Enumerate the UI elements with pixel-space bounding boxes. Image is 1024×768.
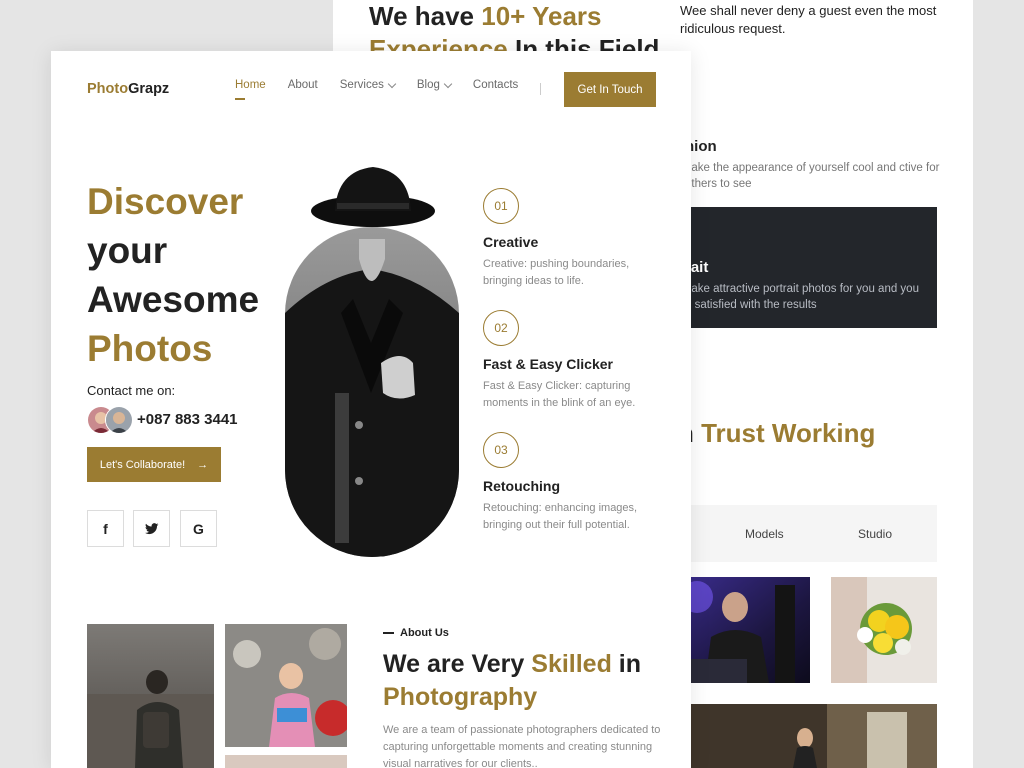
- feature-title: Fast & Easy Clicker: [483, 356, 613, 372]
- lets-collaborate-button[interactable]: Let's Collaborate! →: [87, 447, 221, 482]
- feature-title: Retouching: [483, 478, 560, 494]
- about-title-accent: Skilled: [531, 650, 612, 678]
- experience-pre: We have: [369, 1, 482, 31]
- feature-creative: 01 Creative Creative: pushing boundaries…: [483, 188, 663, 290]
- logo-part1: Photo: [87, 81, 129, 97]
- nav-services[interactable]: Services: [339, 79, 397, 91]
- about-photo-traveler: [87, 624, 214, 768]
- tab-studio[interactable]: Studio: [858, 527, 892, 541]
- feature-number: 03: [483, 432, 519, 468]
- nav-home-label: Home: [235, 79, 266, 91]
- feature-desc: Fast & Easy Clicker: capturing moments i…: [483, 380, 636, 409]
- contact-label: Contact me on:: [87, 383, 176, 398]
- guest-quote: Wee shall never deny a guest even the mo…: [680, 3, 937, 36]
- hero-title: Discover your Awesome Photos: [87, 177, 259, 373]
- nav-contacts-label: Contacts: [472, 79, 519, 91]
- gallery-photo-flowers[interactable]: [831, 577, 937, 683]
- twitter-button[interactable]: [133, 510, 170, 547]
- gallery-photo-dj[interactable]: [677, 577, 810, 683]
- tab-models[interactable]: Models: [745, 527, 784, 541]
- main-page-card: PhotoGrapz Home About Services Blog Cont…: [51, 51, 691, 768]
- nav-blog[interactable]: Blog: [416, 79, 453, 91]
- feature-title: Creative: [483, 234, 539, 250]
- portrait-service-desc: nake attractive portrait photos for you …: [685, 283, 919, 311]
- hero-portrait-image: [285, 163, 459, 557]
- hero-line-4: Photos: [87, 328, 213, 369]
- avatar: [105, 406, 133, 434]
- facebook-button[interactable]: f: [87, 510, 124, 547]
- about-photo-party: [225, 624, 347, 747]
- about-title-mid: in: [611, 650, 642, 678]
- nav-blog-label: Blog: [416, 79, 440, 91]
- nav-home[interactable]: Home: [235, 79, 266, 100]
- chevron-down-icon: [387, 79, 397, 88]
- nav-divider: [540, 83, 541, 95]
- nav-about[interactable]: About: [288, 79, 318, 91]
- gallery-tabs: Models Studio: [677, 505, 937, 562]
- about-us-tag: About Us: [383, 627, 449, 639]
- hero-line-1: Discover: [87, 181, 244, 222]
- twitter-icon: [144, 522, 158, 534]
- feature-desc: Creative: pushing boundaries, bringing i…: [483, 258, 630, 287]
- feature-retouching: 03 Retouching Retouching: enhancing imag…: [483, 432, 663, 534]
- about-title-pre: We are Very: [383, 650, 532, 678]
- trust-heading: n Trust Working: [678, 418, 875, 449]
- about-description: We are a team of passionate photographer…: [383, 724, 661, 768]
- contact-avatars: [87, 406, 135, 434]
- feature-number: 01: [483, 188, 519, 224]
- logo-part2: Grapz: [128, 81, 170, 97]
- chevron-down-icon: [443, 79, 453, 88]
- nav-about-label: About: [287, 79, 318, 91]
- portrait-service-card[interactable]: rait nake attractive portrait photos for…: [677, 207, 937, 328]
- get-in-touch-button[interactable]: Get In Touch: [564, 72, 656, 107]
- feature-fast-easy-clicker: 02 Fast & Easy Clicker Fast & Easy Click…: [483, 310, 663, 412]
- feature-number: 02: [483, 310, 519, 346]
- about-photo-partial: [225, 755, 347, 768]
- google-button[interactable]: G: [180, 510, 217, 547]
- about-title: We are Very Skilled in Photography: [383, 648, 673, 714]
- trust-accent: Trust Working: [701, 418, 876, 448]
- facebook-icon: f: [103, 520, 108, 537]
- collab-label: Let's Collaborate!: [99, 458, 186, 471]
- about-title-accent-2: Photography: [383, 683, 538, 711]
- nav-services-label: Services: [339, 79, 384, 91]
- gallery-photo-studio[interactable]: [677, 704, 937, 768]
- hero-line-3: Awesome: [87, 279, 260, 320]
- nav-contacts[interactable]: Contacts: [473, 79, 518, 91]
- experience-accent: 10+ Years: [481, 1, 602, 31]
- contact-phone[interactable]: +087 883 3441: [137, 411, 238, 428]
- hero-line-2: your: [87, 230, 168, 271]
- feature-desc: Retouching: enhancing images, bringing o…: [483, 502, 638, 531]
- main-nav: Home About Services Blog Contacts: [235, 79, 518, 100]
- fashion-service-desc: nake the appearance of yourself cool and…: [685, 162, 940, 190]
- google-icon: G: [193, 520, 204, 537]
- arrow-right-icon: →: [197, 458, 209, 471]
- logo[interactable]: PhotoGrapz: [87, 81, 169, 97]
